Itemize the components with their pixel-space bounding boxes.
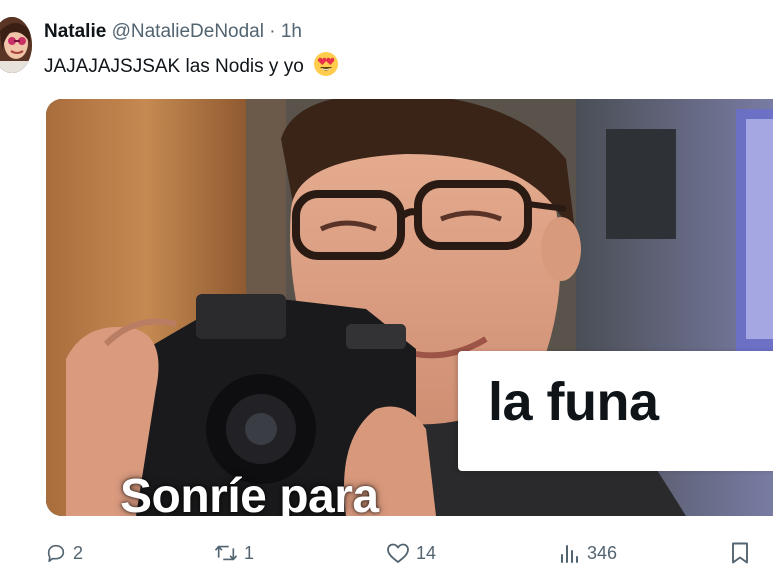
bookmark-icon [732,542,748,564]
heart-icon [387,543,409,563]
views-button[interactable]: 346 [559,538,617,568]
avatar-image [0,17,32,73]
repost-button[interactable]: 1 [214,538,254,568]
tweet-time[interactable]: 1h [281,21,302,42]
meme-caption-box: la funa [458,351,773,471]
tweet-media[interactable]: Sonríe para la funa [46,99,773,516]
views-chart-icon [561,545,578,563]
avatar[interactable] [0,17,32,73]
reply-icon [47,544,65,563]
author-handle[interactable]: @NatalieDeNodal [112,21,264,42]
tweet-text: JAJAJAJSJSAK las Nodis y yo [44,56,304,77]
reply-count: 2 [73,542,84,563]
reply-button[interactable]: 2 [45,538,83,568]
tweet-header: Natalie @NatalieDeNodal · 1h [44,20,302,44]
header-separator: · [269,21,276,42]
like-button[interactable]: 14 [386,538,436,568]
tweet: Natalie @NatalieDeNodal · 1h JAJAJAJSJSA… [0,0,773,580]
like-count: 14 [416,542,437,563]
author-name[interactable]: Natalie [44,21,106,42]
bookmark-button[interactable] [729,538,751,568]
meme-caption-left: Sonríe para [120,470,379,516]
tweet-text-row: JAJAJAJSJSAK las Nodis y yo [44,51,339,85]
tweet-actions: 2 1 14 346 [0,538,773,568]
meme-caption-right: la funa [488,372,659,432]
repost-icon [214,545,238,561]
views-count: 346 [587,542,618,563]
repost-count: 1 [244,542,255,563]
heart-eyes-emoji-icon [313,51,339,85]
